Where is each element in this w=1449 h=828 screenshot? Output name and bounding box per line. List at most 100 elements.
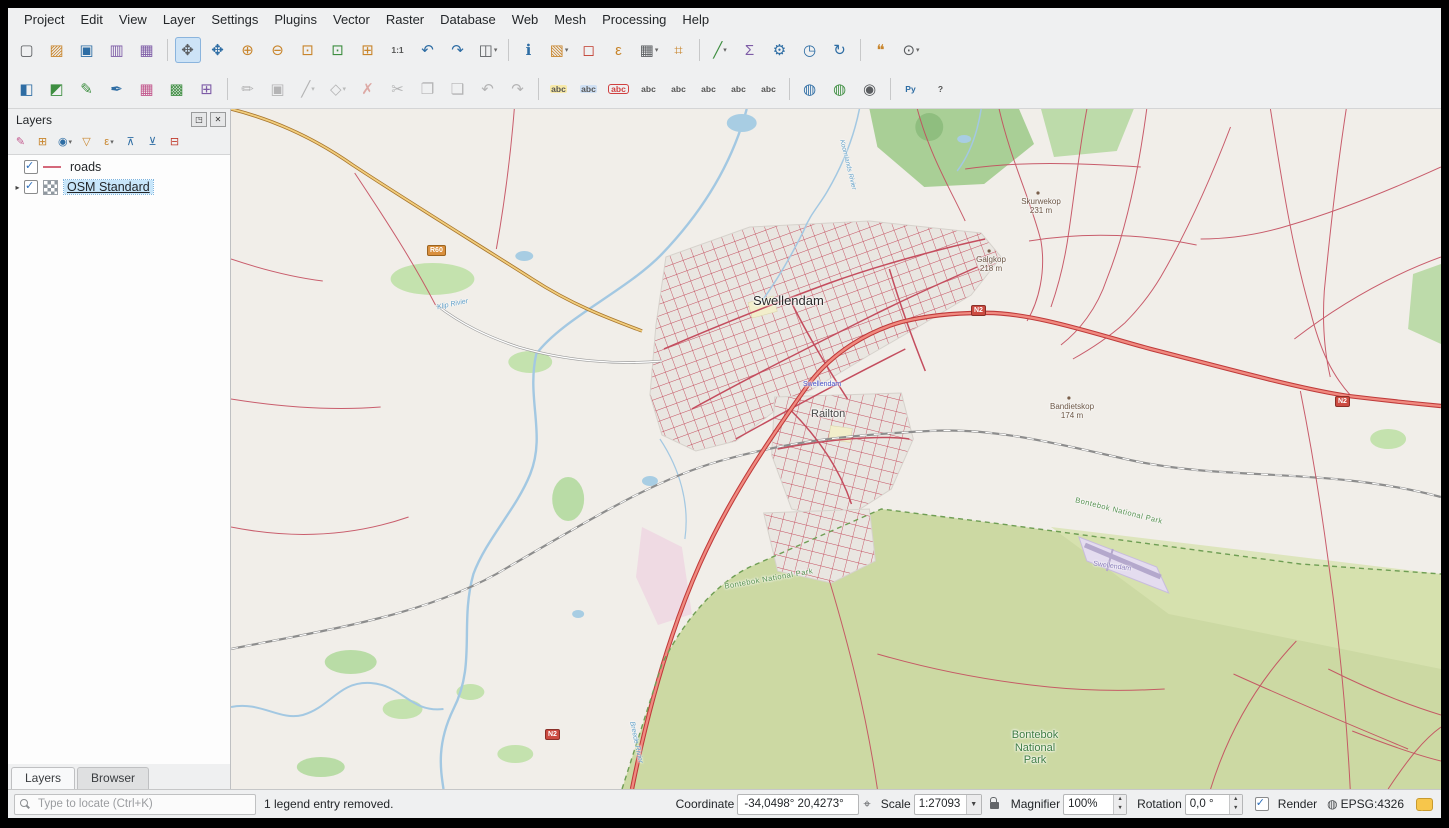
menu-mesh[interactable]: Mesh bbox=[546, 10, 594, 29]
toolbar-separator[interactable] bbox=[789, 78, 790, 100]
save-project-button[interactable]: ▣ bbox=[74, 37, 100, 63]
layer-item-roads[interactable]: roads bbox=[8, 157, 230, 177]
chevron-down-icon[interactable]: ▼ bbox=[966, 795, 981, 814]
zoom-last-button[interactable]: ↶ bbox=[415, 37, 441, 63]
geocoder-globe-button[interactable]: ◍ bbox=[827, 76, 853, 102]
zoom-full-button[interactable]: ⊡ bbox=[295, 37, 321, 63]
rotate-label-button[interactable]: abc bbox=[726, 76, 752, 102]
locate-input[interactable] bbox=[36, 797, 250, 811]
move-label-button[interactable]: abc bbox=[696, 76, 722, 102]
nominatim-search-button[interactable]: ⊙▾ bbox=[898, 37, 924, 63]
identify-features-button[interactable]: ℹ bbox=[516, 37, 542, 63]
pin-labels-button[interactable]: abc bbox=[636, 76, 662, 102]
temporal-controller-button[interactable]: ◷ bbox=[797, 37, 823, 63]
toolbar-separator[interactable] bbox=[890, 78, 891, 100]
select-by-expression-button[interactable]: ε bbox=[606, 37, 632, 63]
zoom-next-button[interactable]: ↷ bbox=[445, 37, 471, 63]
deselect-features-button[interactable]: ◻ bbox=[576, 37, 602, 63]
toggle-editing-button[interactable]: ✏ bbox=[235, 76, 261, 102]
layer-visibility-checkbox[interactable] bbox=[24, 180, 38, 194]
open-layer-styling-button[interactable]: ✎ bbox=[11, 132, 31, 152]
extents-toggle-icon[interactable]: ⌖ bbox=[863, 796, 870, 812]
tab-browser[interactable]: Browser bbox=[77, 767, 149, 789]
show-layout-manager-button[interactable]: ▦ bbox=[134, 37, 160, 63]
select-features-button[interactable]: ▧▾ bbox=[546, 37, 572, 63]
new-temporary-scratch-layer-button[interactable]: ▦ bbox=[134, 76, 160, 102]
menu-vector[interactable]: Vector bbox=[325, 10, 378, 29]
map-canvas[interactable]: Swellendam Railton Skurwekop 231 m Galgk… bbox=[231, 109, 1441, 789]
zoom-to-selection-button[interactable]: ⊡ bbox=[325, 37, 351, 63]
open-project-button[interactable]: ▨ bbox=[44, 37, 70, 63]
help-button[interactable]: ? bbox=[928, 76, 954, 102]
copy-features-button[interactable]: ❐ bbox=[415, 76, 441, 102]
remove-layer-button[interactable]: ⊟ bbox=[165, 132, 185, 152]
menu-raster[interactable]: Raster bbox=[378, 10, 432, 29]
menu-settings[interactable]: Settings bbox=[203, 10, 266, 29]
cut-features-button[interactable]: ✂ bbox=[385, 76, 411, 102]
filter-legend-button[interactable]: ▽ bbox=[77, 132, 97, 152]
menu-layer[interactable]: Layer bbox=[155, 10, 204, 29]
menu-project[interactable]: Project bbox=[16, 10, 72, 29]
processing-toolbox-button[interactable]: ⚙ bbox=[767, 37, 793, 63]
data-source-manager-button[interactable]: ◧ bbox=[14, 76, 40, 102]
unplaced-labels-button[interactable]: abc bbox=[606, 76, 632, 102]
menu-view[interactable]: View bbox=[111, 10, 155, 29]
redo-button[interactable]: ↷ bbox=[505, 76, 531, 102]
python-console-button[interactable]: Py bbox=[898, 76, 924, 102]
menu-web[interactable]: Web bbox=[504, 10, 547, 29]
menu-database[interactable]: Database bbox=[432, 10, 504, 29]
scale-lock-icon[interactable] bbox=[990, 802, 999, 809]
expand-arrow-icon[interactable]: ▸ bbox=[11, 183, 24, 192]
spin-up-icon[interactable]: ▲ bbox=[1230, 795, 1242, 805]
menu-processing[interactable]: Processing bbox=[594, 10, 674, 29]
measure-button[interactable]: ╱▾ bbox=[707, 37, 733, 63]
menu-help[interactable]: Help bbox=[674, 10, 717, 29]
layer-item-osm-standard[interactable]: ▸ OSM Standard bbox=[8, 177, 230, 197]
new-map-view-button[interactable]: ◫▾ bbox=[475, 37, 501, 63]
zoom-out-button[interactable]: ⊖ bbox=[265, 37, 291, 63]
new-print-layout-button[interactable]: ▥ bbox=[104, 37, 130, 63]
open-attribute-table-button[interactable]: ▦▾ bbox=[636, 37, 662, 63]
highlight-pinned-labels-button[interactable]: abc bbox=[666, 76, 692, 102]
toolbar-separator[interactable] bbox=[167, 39, 168, 61]
manage-map-themes-button[interactable]: ◉▾ bbox=[55, 132, 75, 152]
vertex-tool-button[interactable]: ◇▾ bbox=[325, 76, 351, 102]
toolbar-separator[interactable] bbox=[227, 78, 228, 100]
refresh-map-button[interactable]: ↻ bbox=[827, 37, 853, 63]
zoom-to-layer-button[interactable]: ⊞ bbox=[355, 37, 381, 63]
change-label-button[interactable]: abc bbox=[756, 76, 782, 102]
zoom-in-button[interactable]: ⊕ bbox=[235, 37, 261, 63]
menu-plugins[interactable]: Plugins bbox=[266, 10, 325, 29]
scale-combo[interactable]: 1:27093 ▼ bbox=[914, 794, 982, 815]
metasearch-button[interactable]: ◍ bbox=[797, 76, 823, 102]
search-layers-button[interactable]: ◉ bbox=[857, 76, 883, 102]
spin-up-icon[interactable]: ▲ bbox=[1114, 795, 1126, 805]
pan-map-button[interactable]: ✥ bbox=[175, 37, 201, 63]
crs-globe-icon[interactable]: ◍ bbox=[1327, 797, 1337, 811]
panel-close-icon[interactable]: ✕ bbox=[210, 112, 226, 127]
delete-selected-button[interactable]: ✗ bbox=[355, 76, 381, 102]
pan-to-selection-button[interactable]: ✥ bbox=[205, 37, 231, 63]
spin-down-icon[interactable]: ▼ bbox=[1114, 804, 1126, 814]
tab-layers[interactable]: Layers bbox=[11, 767, 75, 789]
paste-features-button[interactable]: ❏ bbox=[445, 76, 471, 102]
new-virtual-layer-button[interactable]: ⊞ bbox=[194, 76, 220, 102]
render-checkbox[interactable] bbox=[1255, 797, 1269, 811]
panel-float-icon[interactable]: ◳ bbox=[191, 112, 207, 127]
undo-button[interactable]: ↶ bbox=[475, 76, 501, 102]
new-project-button[interactable]: ▢ bbox=[14, 37, 40, 63]
new-shapefile-layer-button[interactable]: ✎ bbox=[74, 76, 100, 102]
toolbar-separator[interactable] bbox=[508, 39, 509, 61]
toolbar-separator[interactable] bbox=[699, 39, 700, 61]
field-calculator-button[interactable]: ⌗ bbox=[666, 37, 692, 63]
messages-icon[interactable] bbox=[1416, 798, 1433, 811]
new-mesh-layer-button[interactable]: ▩ bbox=[164, 76, 190, 102]
toolbar-separator[interactable] bbox=[860, 39, 861, 61]
save-layer-edits-button[interactable]: ▣ bbox=[265, 76, 291, 102]
locate-search-box[interactable] bbox=[14, 794, 256, 815]
coordinate-input[interactable] bbox=[742, 797, 854, 811]
zoom-native-resolution-button[interactable]: 1:1 bbox=[385, 37, 411, 63]
statistics-button[interactable]: Σ bbox=[737, 37, 763, 63]
expand-all-button[interactable]: ⊼ bbox=[121, 132, 141, 152]
labeling-options-button[interactable]: abc bbox=[546, 76, 572, 102]
